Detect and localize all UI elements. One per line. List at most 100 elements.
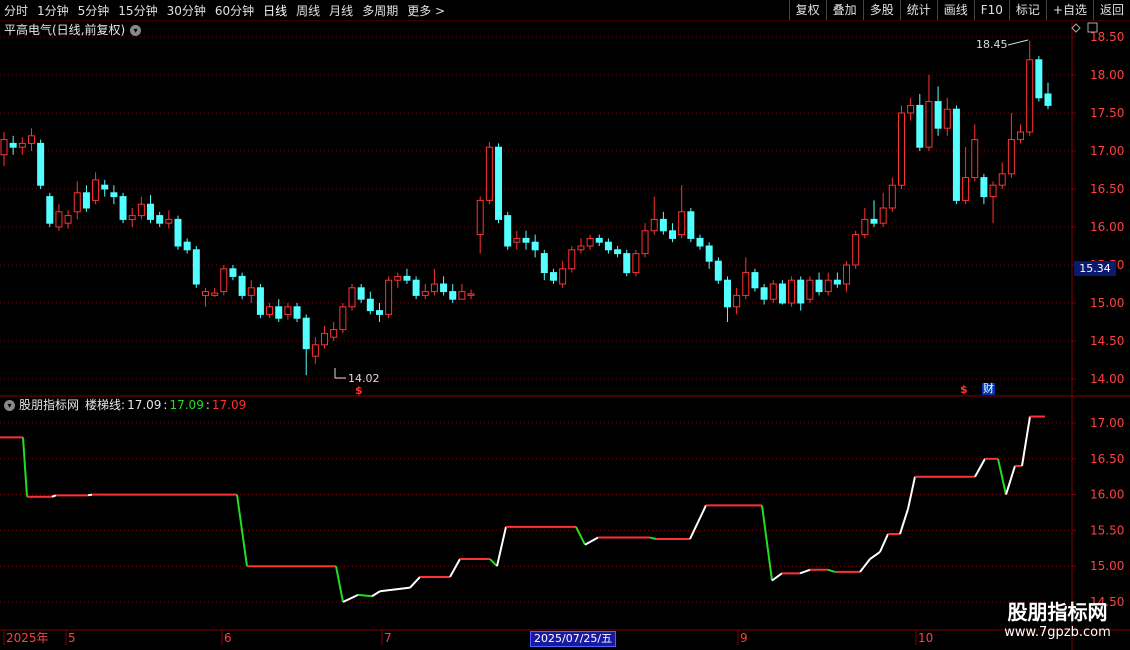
candle-body	[229, 268, 237, 277]
dividend-event-icon[interactable]: $	[960, 383, 968, 396]
candle-body	[412, 279, 420, 296]
candle-body	[302, 317, 310, 350]
candle-body	[650, 218, 658, 232]
price-tick-label: 16.50	[1090, 182, 1124, 196]
candle-body	[760, 287, 768, 300]
candle-body	[449, 291, 457, 300]
price-tick-label: 17.50	[1090, 106, 1124, 120]
candle-body	[421, 291, 429, 296]
candle-body	[797, 279, 805, 304]
candle-body	[174, 218, 182, 247]
candle-body	[467, 293, 475, 296]
indicator-value-1: 17.09	[127, 398, 162, 412]
stair-line-segment	[827, 568, 836, 573]
candle-body	[375, 310, 383, 315]
sub-price-tick-label: 15.00	[1090, 559, 1124, 573]
candle-body	[870, 218, 878, 224]
candle-body	[247, 287, 255, 296]
price-tick-label: 18.00	[1090, 68, 1124, 82]
candle-body	[962, 177, 970, 201]
candle-body	[330, 329, 338, 338]
candle-body	[1007, 139, 1015, 175]
candle-body	[833, 279, 841, 285]
stair-line-segment	[87, 493, 93, 497]
candle-body	[385, 279, 393, 315]
candle-body	[513, 237, 521, 243]
candle-body	[778, 283, 786, 304]
candle-body	[971, 139, 979, 179]
candle-body	[119, 196, 127, 220]
candle-body	[980, 177, 988, 198]
candle-body	[440, 283, 448, 293]
stair-line-segment	[409, 576, 421, 589]
candle-body	[55, 211, 63, 228]
chevron-down-icon[interactable]: ▾	[4, 399, 15, 411]
stair-line-segment	[51, 494, 57, 498]
financial-report-icon[interactable]: 财	[982, 383, 995, 395]
candle-body	[1026, 59, 1034, 133]
candle-body	[934, 101, 942, 129]
candle-body	[623, 253, 631, 274]
candle-body	[614, 249, 622, 255]
candle-body	[696, 237, 704, 247]
candle-body	[357, 287, 365, 300]
candle-body	[705, 245, 713, 262]
candle-body	[632, 253, 640, 274]
candle-body	[339, 306, 347, 331]
candle-body	[220, 268, 228, 293]
stair-line-segment	[584, 536, 599, 546]
indicator-value-3: 17.09	[211, 398, 247, 412]
candle-body	[238, 275, 246, 296]
dividend-event-icon[interactable]: $	[355, 384, 363, 397]
candle-body	[430, 283, 438, 293]
candle-body	[742, 272, 750, 296]
candle-body	[137, 203, 145, 217]
candle-body	[943, 108, 951, 129]
candle-body	[82, 192, 90, 209]
candle-body	[907, 104, 915, 114]
stair-line-segment	[859, 558, 871, 573]
price-tick-label: 17.00	[1090, 144, 1124, 158]
candle-body	[266, 306, 274, 315]
candle-body	[27, 135, 35, 144]
diamond-icon	[1071, 23, 1081, 33]
stair-line-segment	[869, 551, 881, 560]
sub-price-tick-label: 17.00	[1090, 416, 1124, 430]
stair-line-segment	[371, 590, 381, 598]
candle-body	[952, 108, 960, 201]
sub-price-tick-label: 15.50	[1090, 523, 1124, 537]
candle-body	[879, 207, 887, 224]
time-axis-label: 6	[224, 631, 232, 645]
price-tick-label: 14.00	[1090, 372, 1124, 386]
stair-line-segment	[575, 526, 586, 546]
candle-body	[815, 279, 823, 293]
time-axis-label: 9	[740, 631, 748, 645]
high-price-label: 18.45	[976, 38, 1008, 51]
candle-body	[485, 146, 493, 201]
candle-body	[659, 218, 667, 232]
candle-body	[275, 306, 283, 319]
sub-price-tick-label: 16.50	[1090, 452, 1124, 466]
candle-body	[669, 230, 677, 239]
candle-body	[73, 192, 81, 213]
candle-body	[998, 173, 1006, 186]
candle-body	[824, 279, 832, 293]
candle-body	[989, 184, 997, 198]
candle-body	[458, 291, 466, 300]
stair-line-segment	[496, 526, 507, 567]
watermark: 股朋指标网 www.7gpzb.com	[985, 600, 1130, 642]
candle-body	[897, 112, 905, 186]
indicator-value-2: 17.09	[169, 398, 204, 412]
candle-body	[714, 260, 722, 281]
candle-body	[284, 306, 292, 315]
candle-body	[568, 249, 576, 270]
candle-body	[394, 275, 402, 281]
candle-body	[46, 196, 54, 224]
price-tick-label: 15.00	[1090, 296, 1124, 310]
candle-body	[311, 344, 319, 357]
candle-body	[595, 237, 603, 243]
chevron-down-icon[interactable]: ▾	[130, 24, 142, 36]
watermark-name: 股朋指标网	[1007, 600, 1108, 624]
high-price-pointer	[1007, 39, 1029, 46]
watermark-url: www.7gpzb.com	[1004, 625, 1111, 640]
